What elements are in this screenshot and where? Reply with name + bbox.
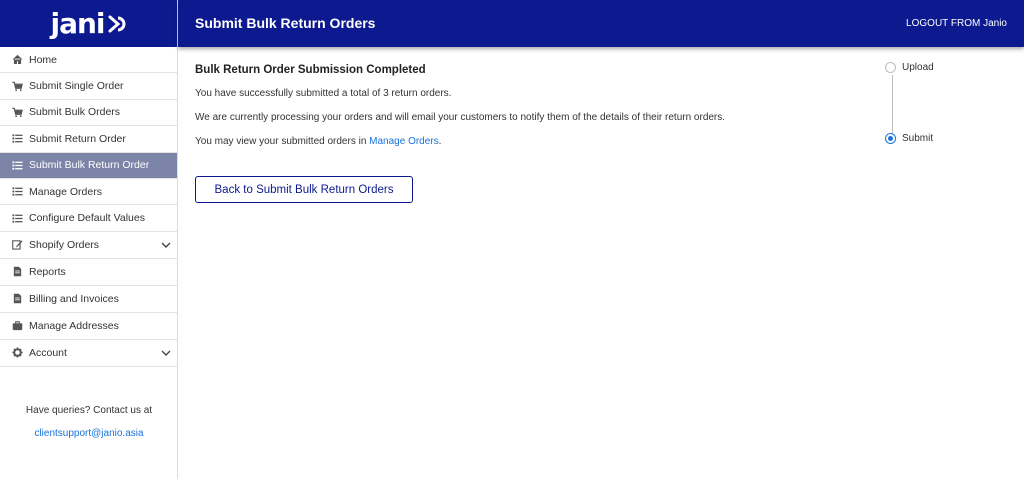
sidebar-item-reports[interactable]: Reports <box>0 259 177 286</box>
sidebar-item-label: Submit Return Order <box>29 132 126 145</box>
sidebar-item-submit-return-order[interactable]: Submit Return Order <box>0 126 177 153</box>
sidebar-item-account[interactable]: Account <box>0 340 177 367</box>
sidebar-item-label: Submit Single Order <box>29 80 124 93</box>
stepper-connector <box>892 75 893 135</box>
gear-icon <box>11 347 23 359</box>
sidebar-item-manage-orders[interactable]: Manage Orders <box>0 179 177 206</box>
list-icon <box>11 212 23 224</box>
main-content: Bulk Return Order Submission Completed Y… <box>195 64 855 203</box>
logo-mark-icon <box>108 15 125 32</box>
step-submit: Submit <box>885 133 933 144</box>
contact-email-link[interactable]: clientsupport@janio.asia <box>0 428 178 439</box>
step-upload-radio <box>885 62 896 73</box>
file-icon <box>11 266 23 278</box>
view-orders-message: You may view your submitted orders in Ma… <box>195 136 855 147</box>
sidebar-item-label: Reports <box>29 265 66 278</box>
cart-icon <box>11 106 23 118</box>
back-to-submit-bulk-return-orders-button[interactable]: Back to Submit Bulk Return Orders <box>195 176 413 203</box>
page-title: Submit Bulk Return Orders <box>195 15 376 31</box>
list-icon <box>11 133 23 145</box>
cart-icon <box>11 80 23 92</box>
completion-heading: Bulk Return Order Submission Completed <box>195 64 426 76</box>
sidebar-item-configure-default-values[interactable]: Configure Default Values <box>0 205 177 232</box>
sidebar-nav: Home Submit Single Order Submit Bulk Ord… <box>0 47 177 367</box>
janio-logo[interactable]: jani <box>50 7 126 40</box>
top-header: Submit Bulk Return Orders LOGOUT FROM Ja… <box>178 0 1024 47</box>
sidebar-item-label: Configure Default Values <box>29 212 145 225</box>
manage-orders-link[interactable]: Manage Orders <box>369 136 438 147</box>
sidebar: jani Home Submit Single Order Submit Bul… <box>0 0 178 479</box>
list-icon <box>11 159 23 171</box>
list-icon <box>11 186 23 198</box>
sidebar-item-label: Shopify Orders <box>29 238 100 251</box>
sidebar-item-billing-and-invoices[interactable]: Billing and Invoices <box>0 286 177 313</box>
logo-text: jani <box>50 7 105 40</box>
progress-stepper: Upload Submit <box>885 60 1005 160</box>
step-submit-label: Submit <box>902 133 934 144</box>
logo-bar: jani <box>0 0 177 47</box>
step-upload: Upload <box>885 62 934 73</box>
step-upload-label: Upload <box>902 62 934 73</box>
view-orders-prefix: You may view your submitted orders in <box>195 136 370 147</box>
sidebar-item-home[interactable]: Home <box>0 47 177 74</box>
logout-button[interactable]: LOGOUT FROM Janio <box>906 18 1007 29</box>
sidebar-item-label: Account <box>29 346 67 359</box>
file-icon <box>11 293 23 305</box>
sidebar-item-shopify-orders[interactable]: Shopify Orders <box>0 232 177 259</box>
step-submit-radio <box>885 133 896 144</box>
sidebar-item-label: Manage Addresses <box>29 319 119 332</box>
sidebar-item-submit-bulk-orders[interactable]: Submit Bulk Orders <box>0 100 177 127</box>
sidebar-item-label: Home <box>29 53 58 66</box>
sidebar-item-submit-single-order[interactable]: Submit Single Order <box>0 73 177 100</box>
contact-section: Have queries? Contact us at clientsuppor… <box>0 405 178 439</box>
processing-message: We are currently processing your orders … <box>195 112 726 123</box>
sidebar-item-manage-addresses[interactable]: Manage Addresses <box>0 313 177 340</box>
contact-text: Have queries? Contact us at <box>25 405 153 416</box>
chevron-down-icon[interactable] <box>161 348 171 358</box>
home-icon <box>11 54 23 66</box>
sidebar-item-label: Submit Bulk Orders <box>29 106 121 119</box>
view-orders-suffix: . <box>438 136 442 147</box>
sidebar-item-submit-bulk-return-order[interactable]: Submit Bulk Return Order <box>0 152 177 179</box>
sidebar-item-label: Manage Orders <box>29 185 102 198</box>
chevron-down-icon[interactable] <box>161 240 171 250</box>
edit-icon <box>11 239 23 251</box>
briefcase-icon <box>11 320 23 332</box>
sidebar-item-label: Billing and Invoices <box>29 292 119 305</box>
sidebar-item-label: Submit Bulk Return Order <box>29 159 150 172</box>
success-message: You have successfully submitted a total … <box>195 88 452 99</box>
